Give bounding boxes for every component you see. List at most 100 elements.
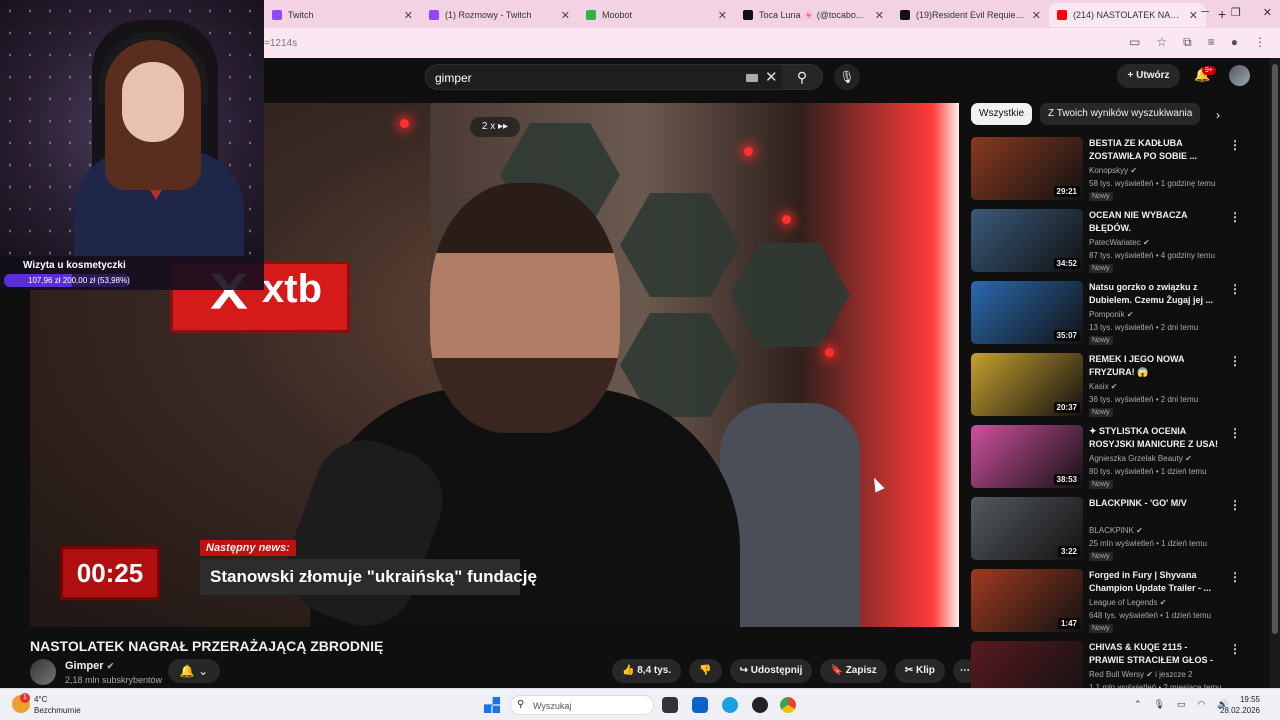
wifi-icon[interactable]: ◠: [1198, 699, 1206, 710]
video-title[interactable]: Natsu gorzko o związku z Dubielem. Czemu…: [1089, 281, 1219, 307]
account-avatar[interactable]: [1229, 65, 1250, 86]
search-input[interactable]: gimper: [435, 71, 472, 85]
browser-tab[interactable]: Twitch ✕: [264, 3, 421, 27]
video-duration: 34:52: [1053, 258, 1080, 269]
video-title[interactable]: BLACKPINK - 'GO' M/V: [1089, 497, 1219, 510]
close-tab-icon[interactable]: ✕: [404, 9, 413, 22]
mic-tray-icon[interactable]: 🎙: [1154, 699, 1165, 710]
video-title[interactable]: ✦ STYLISTKA OCENIA ROSYJSKI MANICURE Z U…: [1089, 425, 1219, 451]
webcam-overlay: [0, 0, 264, 256]
recommended-video[interactable]: 34:52 OCEAN NIE WYBACZA BŁĘDÓW. PatecWaria…: [971, 209, 1251, 281]
more-options-icon[interactable]: ⋮: [1229, 426, 1241, 440]
task-view-icon[interactable]: [662, 697, 678, 713]
taskbar-search[interactable]: ⚲ Wyszukaj: [510, 695, 654, 715]
clock[interactable]: 19:55 28.02.2026: [1218, 694, 1260, 716]
subscription-bell-button[interactable]: 🔔 ⌄: [168, 659, 220, 683]
menu-icon[interactable]: ⋮: [1254, 35, 1266, 50]
browser-tab[interactable]: Toca Luna 🌸 (@tocabo... ✕: [735, 3, 892, 27]
obs-icon[interactable]: [752, 697, 768, 713]
video-actions: 👍 8,4 tys. 👎 ↪ Udostępnij 🔖 Zapisz ✂ Kli…: [612, 659, 977, 683]
close-tab-icon[interactable]: ✕: [561, 9, 570, 22]
close-tab-icon[interactable]: ✕: [1189, 9, 1198, 22]
video-thumbnail[interactable]: 38:53: [971, 425, 1083, 488]
share-button[interactable]: ↪ Udostępnij: [729, 659, 813, 683]
more-options-icon[interactable]: ⋮: [1229, 354, 1241, 368]
recommended-video[interactable]: 1:47 Forged in Fury | Shyvana Champion Up…: [971, 569, 1251, 641]
search-button[interactable]: ⚲: [782, 65, 822, 89]
extensions-icon[interactable]: ⧉: [1183, 35, 1192, 50]
keyboard-icon[interactable]: [746, 74, 758, 82]
tray-overflow-icon[interactable]: ⌃: [1134, 699, 1142, 710]
chrome-icon[interactable]: [780, 697, 796, 713]
clear-search-icon[interactable]: ✕: [765, 68, 778, 86]
video-thumbnail[interactable]: 20:37: [971, 353, 1083, 416]
chip-all[interactable]: Wszystkie: [971, 103, 1032, 125]
browser-tab[interactable]: (214) NASTOLATEK NAGR... ✕: [1049, 3, 1206, 27]
channel-name-text: Red Bull Wersy: [1089, 670, 1144, 679]
edge-icon[interactable]: [722, 697, 738, 713]
scrollbar[interactable]: [1270, 58, 1280, 688]
clip-button[interactable]: ✂ Klip: [894, 659, 945, 683]
like-button[interactable]: 👍 8,4 tys.: [612, 659, 682, 683]
url-text[interactable]: =1214s: [264, 38, 297, 49]
create-button[interactable]: + Utwórz: [1117, 64, 1180, 88]
video-thumbnail[interactable]: 3:22: [971, 497, 1083, 560]
close-tab-icon[interactable]: ✕: [1032, 9, 1041, 22]
dislike-button[interactable]: 👎: [689, 659, 722, 683]
video-thumbnail[interactable]: 29:21: [971, 137, 1083, 200]
video-title[interactable]: OCEAN NIE WYBACZA BŁĘDÓW.: [1089, 209, 1219, 235]
profile-icon[interactable]: ●: [1231, 35, 1238, 50]
channel-name[interactable]: PatecWariatec ✔: [1089, 238, 1150, 247]
more-options-icon[interactable]: ⋮: [1229, 498, 1241, 512]
chip-from-search[interactable]: Z Twoich wyników wyszukiwania: [1040, 103, 1201, 125]
scrollbar-thumb[interactable]: [1272, 64, 1278, 634]
channel-name[interactable]: Konopskyy ✔: [1089, 166, 1137, 175]
browser-tab[interactable]: (19)Resident Evil Requiem 🔥 ✕: [892, 3, 1049, 27]
search-box[interactable]: gimper ✕ ⚲: [425, 64, 823, 90]
media-control-icon[interactable]: ≡: [1208, 35, 1215, 50]
maximize-icon[interactable]: ❐: [1231, 6, 1241, 19]
video-thumbnail[interactable]: 1:47: [971, 569, 1083, 632]
recommended-video[interactable]: 35:07 Natsu gorzko o związku z Dubielem. …: [971, 281, 1251, 353]
video-title[interactable]: REMEK I JEGO NOWA FRYZURA! 😱: [1089, 353, 1219, 379]
browser-tab[interactable]: Moobot ✕: [578, 3, 735, 27]
channel-name[interactable]: Agnieszka Grzelak Beauty ✔: [1089, 454, 1192, 463]
more-options-icon[interactable]: ⋮: [1229, 642, 1241, 656]
close-window-icon[interactable]: ✕: [1263, 6, 1272, 19]
video-title[interactable]: BESTIA ZE KADŁUBA ZOSTAWIŁA PO SOBIE ...: [1089, 137, 1219, 163]
more-options-icon[interactable]: ⋮: [1229, 210, 1241, 224]
tab-favicon: [1057, 10, 1067, 20]
close-tab-icon[interactable]: ✕: [718, 9, 727, 22]
save-button[interactable]: 🔖 Zapisz: [820, 659, 887, 683]
recommended-video[interactable]: 20:37 REMEK I JEGO NOWA FRYZURA! 😱 Kasix ✔…: [971, 353, 1251, 425]
chevron-right-icon[interactable]: ›: [1216, 108, 1220, 122]
more-options-icon[interactable]: ⋮: [1229, 570, 1241, 584]
video-thumbnail[interactable]: 35:07: [971, 281, 1083, 344]
minimize-icon[interactable]: ─: [1201, 6, 1209, 19]
cast-icon[interactable]: ▭: [1129, 35, 1140, 50]
channel-avatar[interactable]: [30, 659, 56, 685]
more-options-icon[interactable]: ⋮: [1229, 282, 1241, 296]
channel-name[interactable]: League of Legends ✔: [1089, 598, 1166, 607]
tab-title: (19)Resident Evil Requiem 🔥: [916, 9, 1028, 20]
channel-name[interactable]: Red Bull Wersy ✔ i jeszcze 2: [1089, 670, 1193, 679]
channel-name[interactable]: Pomponik ✔: [1089, 310, 1134, 319]
browser-tab[interactable]: (1) Rozmowy - Twitch ✕: [421, 3, 578, 27]
channel-name[interactable]: BLACKPINK ✔: [1089, 526, 1143, 535]
channel-name[interactable]: Gimper ✔: [65, 660, 114, 672]
recommended-video[interactable]: 29:21 BESTIA ZE KADŁUBA ZOSTAWIŁA PO SOBI…: [971, 137, 1251, 209]
voice-search-icon[interactable]: 🎙: [834, 64, 860, 90]
outlook-icon[interactable]: [692, 697, 708, 713]
video-title[interactable]: CHIVAS & KUQE 2115 - PRAWIE STRACIŁEM GŁ…: [1089, 641, 1219, 667]
recommended-video[interactable]: 3:22 BLACKPINK - 'GO' M/V BLACKPINK ✔ 25 ml…: [971, 497, 1251, 569]
more-options-icon[interactable]: ⋮: [1229, 138, 1241, 152]
video-thumbnail[interactable]: 34:52: [971, 209, 1083, 272]
windows-start-icon[interactable]: [484, 697, 500, 713]
bookmark-star-icon[interactable]: ☆: [1156, 35, 1167, 50]
display-tray-icon[interactable]: ▭: [1177, 699, 1186, 710]
video-title[interactable]: Forged in Fury | Shyvana Champion Update…: [1089, 569, 1219, 595]
recommended-video[interactable]: 38:53 ✦ STYLISTKA OCENIA ROSYJSKI MANICUR…: [971, 425, 1251, 497]
close-tab-icon[interactable]: ✕: [875, 9, 884, 22]
subscriber-count: 2,18 mln subskrybentów: [65, 675, 163, 685]
channel-name[interactable]: Kasix ✔: [1089, 382, 1118, 391]
